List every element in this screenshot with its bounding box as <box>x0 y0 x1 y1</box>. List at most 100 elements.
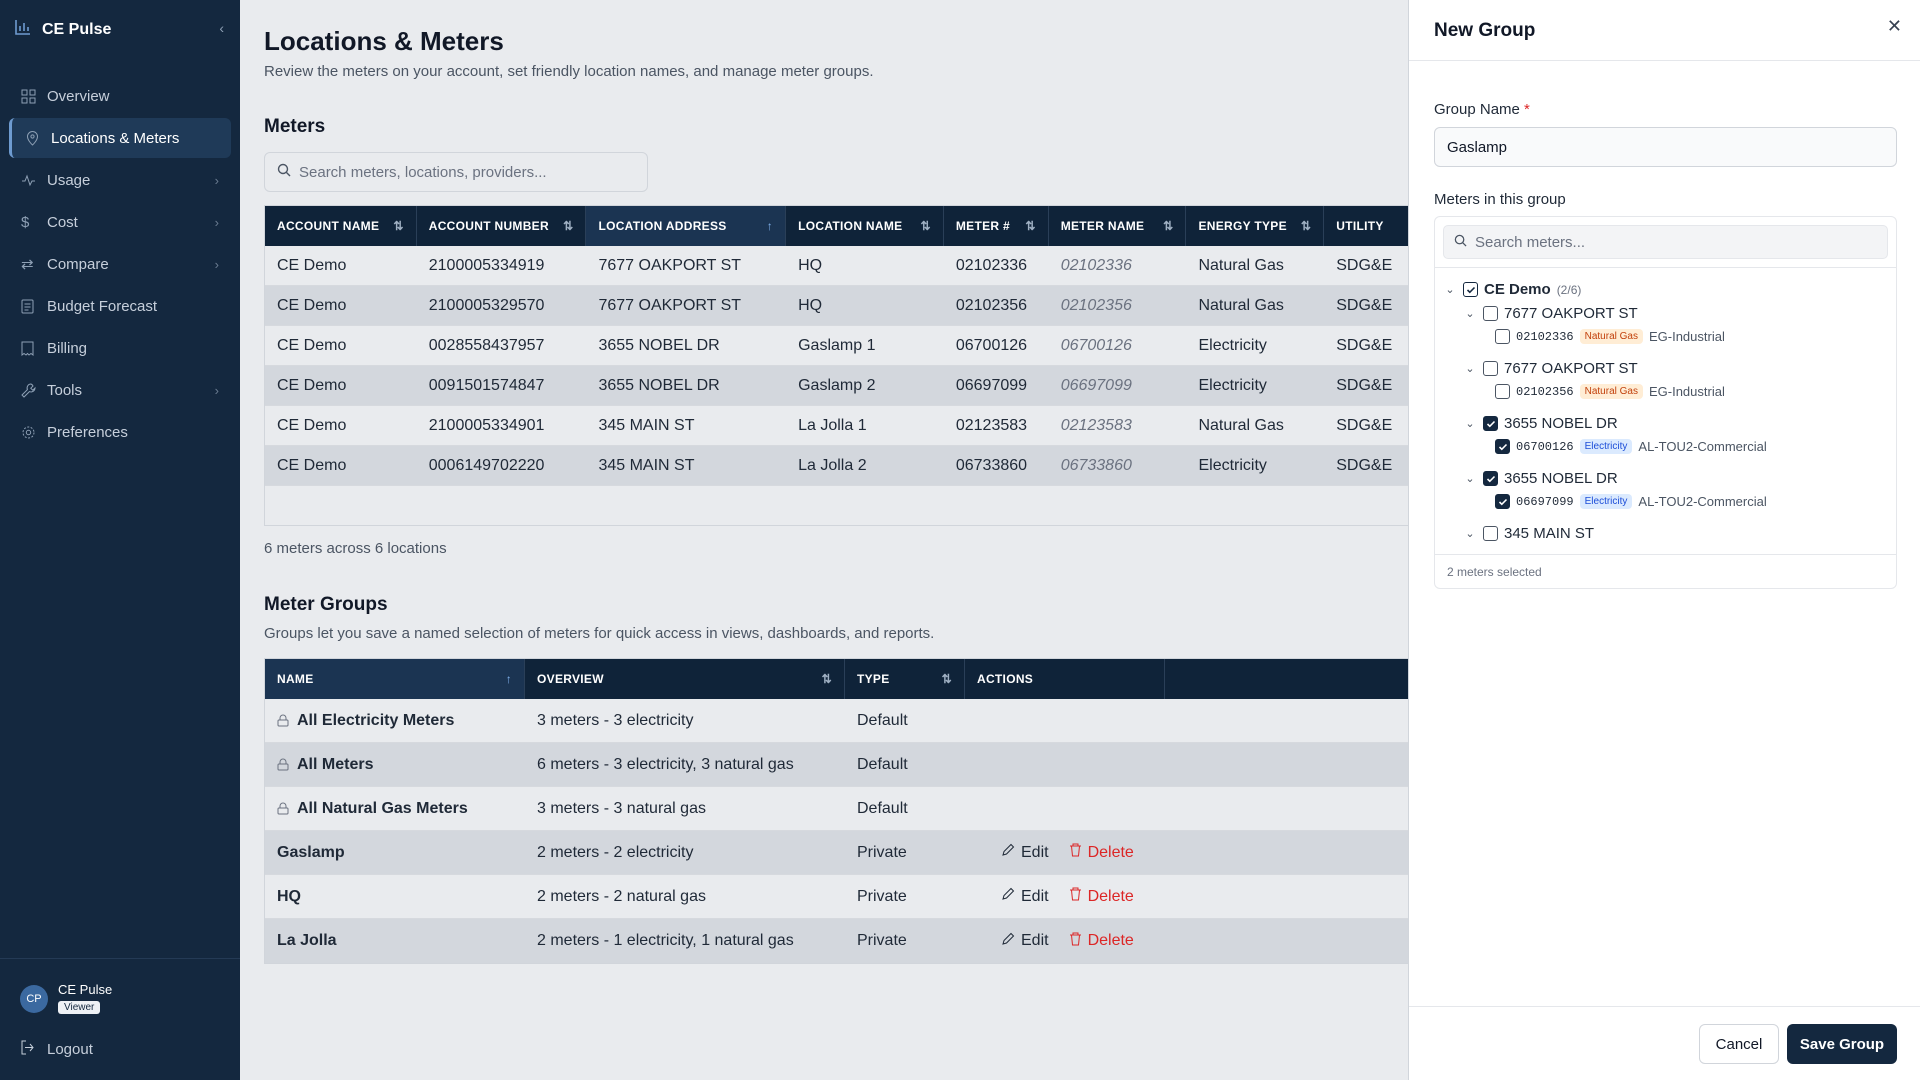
sidebar-item-locations-meters[interactable]: Locations & Meters <box>9 118 231 158</box>
table-row[interactable]: CE Demo 0006149702220 345 MAIN ST La Jolla … <box>265 446 1408 486</box>
cell: 02102336 <box>1060 256 1132 274</box>
table-row[interactable]: All Natural Gas Meters 3 meters - 3 natur… <box>265 787 1408 831</box>
cancel-button[interactable]: Cancel <box>1699 1024 1779 1064</box>
group-name-input[interactable]: Gaslamp <box>1434 127 1897 167</box>
column-location-name[interactable]: LOCATION NAME ⇅ <box>786 206 944 246</box>
column-account-name[interactable]: ACCOUNT NAME ⇅ <box>265 206 417 246</box>
checkbox[interactable] <box>1483 526 1498 541</box>
table-row[interactable]: Gaslamp 2 meters - 2 electricity Private Ed… <box>265 831 1408 875</box>
sidebar-item-usage[interactable]: Usage › <box>9 160 231 200</box>
tree-node-meter[interactable]: 02102356 Natural Gas EG-Industrial <box>1495 384 1725 399</box>
table-row[interactable]: CE Demo 2100005334901 345 MAIN ST La Jolla … <box>265 406 1408 446</box>
column-label: LOCATION ADDRESS <box>598 219 727 233</box>
checkbox[interactable] <box>1495 329 1510 344</box>
column-label: UTILITY <box>1336 219 1384 233</box>
column-account-number[interactable]: ACCOUNT NUMBER ⇅ <box>417 206 587 246</box>
checkbox[interactable] <box>1495 384 1510 399</box>
table-row[interactable]: La Jolla 2 meters - 1 electricity, 1 natu… <box>265 919 1408 963</box>
tree-node-location[interactable]: ⌄ 3655 NOBEL DR <box>1463 415 1617 432</box>
meter-number: 06697099 <box>1516 494 1574 509</box>
chevron-down-icon[interactable]: ⌄ <box>1463 527 1477 540</box>
delete-button[interactable]: Delete <box>1069 932 1134 951</box>
sort-asc-icon[interactable]: ↑ <box>767 219 773 233</box>
table-row[interactable]: CE Demo 2100005334919 7677 OAKPORT ST HQ 021… <box>265 246 1408 286</box>
tree-node-location[interactable]: ⌄ 7677 OAKPORT ST <box>1463 305 1637 322</box>
sort-asc-icon[interactable]: ↑ <box>506 672 512 686</box>
tree-node-meter[interactable]: 06700126 Electricity AL-TOU2-Commercial <box>1495 439 1767 454</box>
edit-button[interactable]: Edit <box>1001 932 1049 951</box>
checkbox[interactable] <box>1483 361 1498 376</box>
sort-icon[interactable]: ⇅ <box>942 672 952 686</box>
checkbox-checked[interactable] <box>1495 439 1510 454</box>
delete-label: Delete <box>1087 887 1134 905</box>
sort-icon[interactable]: ⇅ <box>822 672 832 686</box>
close-icon[interactable]: ✕ <box>1887 16 1902 37</box>
column-meter-name[interactable]: METER NAME ⇅ <box>1049 206 1187 246</box>
meters-search-input[interactable]: Search meters, locations, providers... <box>264 152 648 192</box>
table-row[interactable]: HQ 2 meters - 2 natural gas Private Edit Del… <box>265 875 1408 919</box>
group-name-label: Group Name * <box>1434 101 1530 118</box>
sidebar-item-label: Cost <box>47 213 78 231</box>
search-icon <box>277 163 291 181</box>
sidebar-item-compare[interactable]: ⇄ Compare › <box>9 244 231 284</box>
lock-icon <box>277 758 289 771</box>
cell: 7677 OAKPORT ST <box>598 256 742 274</box>
checkbox[interactable] <box>1483 306 1498 321</box>
edit-button[interactable]: Edit <box>1001 843 1049 862</box>
table-row[interactable]: CE Demo 0091501574847 3655 NOBEL DR Gaslamp… <box>265 366 1408 406</box>
collapse-sidebar-icon[interactable]: ‹ <box>219 20 224 36</box>
table-row[interactable]: CE Demo 2100005329570 7677 OAKPORT ST HQ 021… <box>265 286 1408 326</box>
column-name[interactable]: NAME ↑ <box>265 659 525 699</box>
delete-button[interactable]: Delete <box>1069 843 1134 862</box>
checkbox-checked[interactable] <box>1483 416 1498 431</box>
chevron-down-icon[interactable]: ⌄ <box>1463 362 1477 375</box>
chevron-down-icon[interactable]: ⌄ <box>1463 472 1477 485</box>
chevron-down-icon[interactable]: ⌄ <box>1463 417 1477 430</box>
column-location-address[interactable]: LOCATION ADDRESS ↑ <box>586 206 787 246</box>
table-row[interactable]: All Meters 6 meters - 3 electricity, 3 na… <box>265 743 1408 787</box>
column-energy-type[interactable]: ENERGY TYPE ⇅ <box>1186 206 1325 246</box>
sort-icon[interactable]: ⇅ <box>563 219 573 233</box>
tree-search-input[interactable]: Search meters... <box>1443 225 1888 259</box>
tree-node-location[interactable]: ⌄ 7677 OAKPORT ST <box>1463 360 1637 377</box>
sidebar-item-cost[interactable]: $ Cost › <box>9 202 231 242</box>
sidebar-item-billing[interactable]: Billing <box>9 328 231 368</box>
checkbox-checked[interactable] <box>1483 471 1498 486</box>
sort-icon[interactable]: ⇅ <box>920 219 930 233</box>
column-type[interactable]: TYPE ⇅ <box>845 659 965 699</box>
table-row[interactable]: All Electricity Meters 3 meters - 3 elect… <box>265 699 1408 743</box>
sidebar-item-preferences[interactable]: Preferences <box>9 412 231 452</box>
chevron-down-icon[interactable]: ⌄ <box>1443 283 1457 296</box>
column-meter-number[interactable]: METER # ⇅ <box>944 206 1049 246</box>
user-profile[interactable]: CP CE Pulse Viewer <box>20 982 112 1015</box>
table-header: NAME ↑ OVERVIEW ⇅ TYPE ⇅ ACTIONS <box>265 659 1408 699</box>
table-row[interactable]: CE Demo 0028558437957 3655 NOBEL DR Gaslamp… <box>265 326 1408 366</box>
logout-button[interactable]: Logout <box>20 1040 93 1059</box>
checkbox-partial[interactable] <box>1463 282 1478 297</box>
group-name: La Jolla <box>277 932 337 949</box>
sort-icon[interactable]: ⇅ <box>1163 219 1173 233</box>
sidebar-item-budget-forecast[interactable]: Budget Forecast <box>9 286 231 326</box>
column-utility[interactable]: UTILITY <box>1324 206 1408 246</box>
sort-icon[interactable]: ⇅ <box>393 219 403 233</box>
energy-type-badge: Natural Gas <box>1579 384 1643 399</box>
tree-node-meter[interactable]: 06697099 Electricity AL-TOU2-Commercial <box>1495 494 1767 509</box>
tree-node-account[interactable]: ⌄ CE Demo (2/6) <box>1443 281 1581 298</box>
brand[interactable]: CE Pulse <box>14 18 111 41</box>
pencil-icon <box>1001 843 1015 862</box>
cell: 6 meters - 3 electricity, 3 natural gas <box>537 755 794 773</box>
checkbox-checked[interactable] <box>1495 494 1510 509</box>
delete-button[interactable]: Delete <box>1069 887 1134 906</box>
chevron-down-icon[interactable]: ⌄ <box>1463 307 1477 320</box>
sidebar-item-tools[interactable]: Tools › <box>9 370 231 410</box>
cell: CE Demo <box>277 416 347 434</box>
tree-node-location[interactable]: ⌄ 3655 NOBEL DR <box>1463 470 1617 487</box>
tree-node-meter[interactable]: 02102336 Natural Gas EG-Industrial <box>1495 329 1725 344</box>
save-group-button[interactable]: Save Group <box>1787 1024 1897 1064</box>
tree-node-location[interactable]: ⌄ 345 MAIN ST <box>1463 525 1594 542</box>
edit-button[interactable]: Edit <box>1001 887 1049 906</box>
column-overview[interactable]: OVERVIEW ⇅ <box>525 659 845 699</box>
sort-icon[interactable]: ⇅ <box>1025 219 1035 233</box>
sidebar-item-overview[interactable]: Overview <box>9 76 231 116</box>
sort-icon[interactable]: ⇅ <box>1301 219 1311 233</box>
